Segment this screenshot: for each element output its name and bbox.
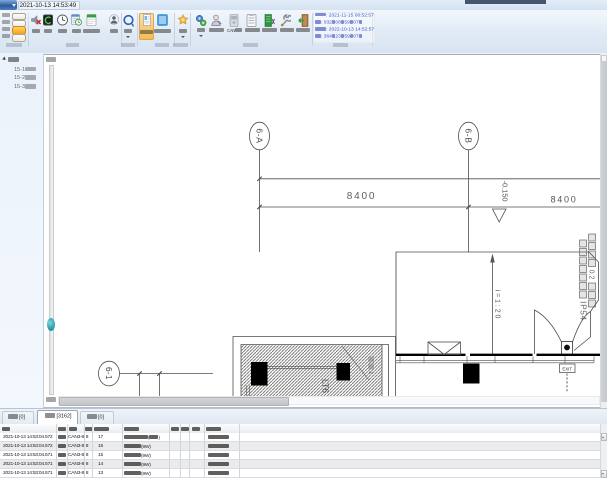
svg-text:LT6: LT6 [321, 379, 331, 393]
svg-text:i=1:20: i=1:20 [493, 290, 500, 321]
svg-text:0.2: 0.2 [588, 270, 595, 280]
svg-text:6-A: 6-A [255, 128, 265, 143]
svg-text:8400: 8400 [551, 195, 578, 205]
svg-text:6-B: 6-B [464, 128, 474, 143]
svg-text:EXIT: EXIT [562, 367, 572, 372]
svg-text:-0.150: -0.150 [501, 181, 510, 202]
svg-text:6-1: 6-1 [104, 367, 113, 380]
svg-text:8400: 8400 [347, 191, 376, 202]
